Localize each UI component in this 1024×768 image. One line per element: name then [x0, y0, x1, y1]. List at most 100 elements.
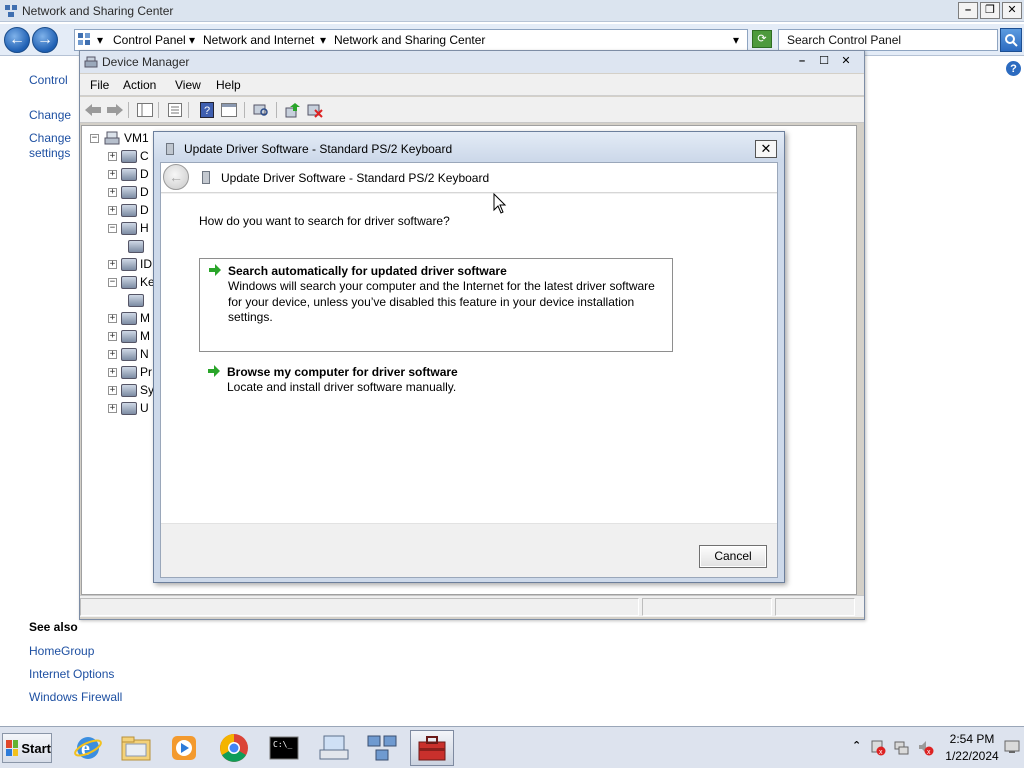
- see-also-internet-options[interactable]: Internet Options: [29, 667, 114, 681]
- tree-category-item[interactable]: − H: [108, 220, 149, 236]
- dialog-close-button[interactable]: ✕: [755, 140, 777, 158]
- show-desktop-icon[interactable]: [1004, 739, 1020, 755]
- expand-toggle[interactable]: +: [108, 187, 117, 197]
- tree-category-item[interactable]: + M: [108, 328, 150, 344]
- tree-category-item[interactable]: + M: [108, 310, 150, 326]
- help-book-icon[interactable]: ?: [198, 101, 216, 119]
- expand-toggle[interactable]: +: [108, 169, 117, 179]
- left-link-control-panel-home[interactable]: Control: [29, 73, 68, 87]
- taskbar-network[interactable]: [360, 730, 404, 766]
- breadcrumb-control-panel[interactable]: Control Panel: [113, 33, 186, 47]
- close-button[interactable]: ✕: [1002, 2, 1022, 19]
- back-button[interactable]: ←: [4, 27, 30, 53]
- breadcrumb-separator[interactable]: ▾: [97, 33, 103, 47]
- expand-toggle[interactable]: +: [108, 259, 117, 269]
- expand-toggle[interactable]: +: [108, 385, 117, 395]
- status-bar: [80, 595, 864, 617]
- tree-device-item[interactable]: [128, 238, 147, 254]
- see-also-windows-firewall[interactable]: Windows Firewall: [29, 690, 122, 704]
- tree-item-label: D: [140, 203, 149, 217]
- left-link-change-sharing[interactable]: Change: [29, 131, 71, 145]
- taskbar-keyboard-settings[interactable]: [312, 730, 356, 766]
- refresh-button[interactable]: ⟳: [752, 30, 772, 48]
- menu-action[interactable]: Action: [123, 78, 156, 92]
- menu-file[interactable]: File: [90, 78, 109, 92]
- help-icon[interactable]: ?: [1006, 61, 1021, 76]
- maximize-button[interactable]: ☐: [814, 53, 834, 70]
- left-link-settings[interactable]: settings: [29, 146, 70, 160]
- breadcrumb-separator[interactable]: ▾: [189, 33, 195, 47]
- volume-muted-icon[interactable]: x: [918, 740, 934, 756]
- uninstall-device-icon[interactable]: [306, 101, 324, 119]
- close-button[interactable]: ✕: [836, 53, 856, 70]
- search-icon: [1005, 34, 1018, 47]
- search-button[interactable]: [1000, 28, 1022, 52]
- restore-button[interactable]: ❐: [980, 2, 1000, 19]
- scan-hardware-icon[interactable]: [252, 101, 270, 119]
- properties-icon[interactable]: [166, 101, 184, 119]
- tree-category-item[interactable]: + Sy: [108, 382, 154, 398]
- menu-help[interactable]: Help: [216, 78, 241, 92]
- show-hidden-icons-button[interactable]: ⌃: [852, 739, 861, 752]
- expand-toggle[interactable]: +: [108, 151, 117, 161]
- collapse-toggle[interactable]: −: [90, 133, 99, 143]
- tree-category-item[interactable]: + U: [108, 400, 149, 416]
- minimize-button[interactable]: –: [958, 2, 978, 19]
- search-input[interactable]: Search Control Panel: [778, 29, 998, 51]
- address-dropdown-icon[interactable]: ▾: [733, 33, 739, 47]
- device-category-icon: [121, 257, 137, 271]
- action-center-icon[interactable]: x: [870, 740, 886, 756]
- search-automatically-option[interactable]: Search automatically for updated driver …: [199, 258, 673, 352]
- toolbar: ?: [80, 97, 864, 123]
- see-also-homegroup[interactable]: HomeGroup: [29, 644, 94, 658]
- breadcrumb-separator[interactable]: ▾: [320, 33, 326, 47]
- tree-category-item[interactable]: + C: [108, 148, 149, 164]
- browse-computer-option[interactable]: Browse my computer for driver software L…: [199, 360, 673, 404]
- taskbar-command-prompt[interactable]: C:\_: [262, 730, 306, 766]
- breadcrumb-network-sharing-center[interactable]: Network and Sharing Center: [334, 33, 485, 47]
- tree-item-label: Sy: [140, 383, 155, 397]
- menu-view[interactable]: View: [175, 78, 201, 92]
- clock-date[interactable]: 1/22/2024: [940, 749, 1004, 763]
- breadcrumb-network-internet[interactable]: Network and Internet: [203, 33, 314, 47]
- show-hide-console-tree-icon[interactable]: [136, 101, 154, 119]
- taskbar-internet-explorer[interactable]: e: [66, 730, 110, 766]
- clock-time[interactable]: 2:54 PM: [944, 732, 1000, 746]
- cancel-button[interactable]: Cancel: [699, 545, 767, 568]
- device-manager-titlebar[interactable]: Device Manager – ☐ ✕: [80, 51, 864, 73]
- expand-toggle[interactable]: +: [108, 331, 117, 341]
- address-bar[interactable]: ▾ Control Panel ▾ Network and Internet ▾…: [74, 29, 748, 51]
- expand-toggle[interactable]: +: [108, 349, 117, 359]
- left-link-change-adapter[interactable]: Change: [29, 108, 71, 122]
- taskbar-media-player[interactable]: [162, 730, 206, 766]
- window-titlebar[interactable]: Network and Sharing Center – ❐ ✕: [0, 0, 1024, 22]
- tree-category-item[interactable]: + D: [108, 184, 149, 200]
- expand-toggle[interactable]: +: [108, 403, 117, 413]
- taskbar-device-manager[interactable]: [410, 730, 454, 766]
- back-arrow-icon[interactable]: [84, 101, 102, 119]
- start-button[interactable]: Start: [2, 733, 52, 763]
- forward-arrow-icon[interactable]: [106, 101, 124, 119]
- tree-category-item[interactable]: + N: [108, 346, 149, 362]
- dialog-titlebar[interactable]: Update Driver Software - Standard PS/2 K…: [154, 132, 784, 160]
- tree-category-item[interactable]: + ID: [108, 256, 152, 272]
- update-driver-icon[interactable]: [284, 101, 302, 119]
- expand-toggle[interactable]: +: [108, 205, 117, 215]
- window-icon[interactable]: [220, 101, 238, 119]
- tree-category-item[interactable]: + Pr: [108, 364, 152, 380]
- tree-category-item[interactable]: + D: [108, 202, 149, 218]
- tree-category-item[interactable]: + D: [108, 166, 149, 182]
- collapse-toggle[interactable]: −: [108, 277, 117, 287]
- collapse-toggle[interactable]: −: [108, 223, 117, 233]
- expand-toggle[interactable]: +: [108, 367, 117, 377]
- taskbar-chrome[interactable]: [212, 730, 256, 766]
- network-status-icon[interactable]: [894, 740, 910, 756]
- taskbar-windows-explorer[interactable]: [114, 730, 158, 766]
- tree-root[interactable]: − VM1: [90, 130, 149, 146]
- expand-toggle[interactable]: +: [108, 313, 117, 323]
- forward-button[interactable]: →: [32, 27, 58, 53]
- tree-category-item[interactable]: − Ke: [108, 274, 155, 290]
- back-button[interactable]: ←: [163, 164, 189, 190]
- tree-device-item[interactable]: [128, 292, 147, 308]
- minimize-button[interactable]: –: [792, 53, 812, 70]
